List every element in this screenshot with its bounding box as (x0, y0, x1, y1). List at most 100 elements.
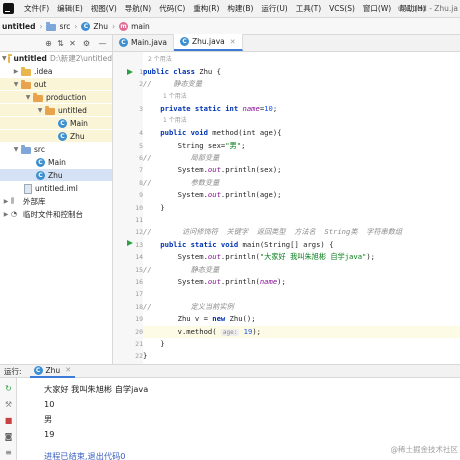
minimize-icon[interactable]: — (98, 39, 107, 48)
code-line-18: // 定义当前实例 (143, 301, 234, 313)
menu-navigate[interactable]: 导航(N) (121, 3, 155, 14)
code-text: ; (272, 103, 278, 113)
intellij-logo-icon[interactable] (3, 3, 14, 14)
chevron-right-icon[interactable]: ▶ (2, 211, 10, 218)
code-text: System. (143, 165, 208, 175)
field-name: out (207, 277, 221, 286)
breadcrumb-project[interactable]: untitled (2, 22, 35, 31)
menu-refactor[interactable]: 重构(R) (189, 3, 223, 14)
chevron-down-icon[interactable]: ▼ (12, 146, 20, 153)
code-text: String sex= (143, 140, 226, 150)
tree-item-zhu-class-out[interactable]: C Zhu (0, 130, 112, 143)
keyword: public class (143, 67, 195, 76)
menu-view[interactable]: 视图(V) (87, 3, 121, 14)
breadcrumb: untitled › src › C Zhu › m main (0, 18, 460, 35)
folder-icon (21, 144, 31, 154)
chevron-right-icon[interactable]: ▶ (2, 198, 10, 205)
close-icon[interactable]: ✕ (230, 38, 236, 46)
line-number: 6 (139, 154, 143, 162)
chevron-down-icon[interactable]: ▼ (24, 94, 32, 101)
tab-label: Zhu.java (192, 37, 225, 46)
field-name: out (207, 165, 221, 175)
chevron-right-icon[interactable]: ▶ (12, 68, 20, 75)
console-line: 19 (44, 429, 55, 439)
wrench-icon[interactable]: ⚒ (4, 400, 13, 409)
menu-bar: 文件(F) 编辑(E) 视图(V) 导航(N) 代码(C) 重构(R) 构建(B… (0, 0, 460, 18)
run-toolbar: ↻ ⚒ ■ ◙ ≡ (0, 378, 17, 460)
globe-icon[interactable]: ⊕ (44, 39, 53, 48)
code-line-20: v.method( age: 19); (143, 326, 261, 338)
chevron-down-icon[interactable]: ▼ (12, 81, 20, 88)
chevron-down-icon[interactable]: ▼ (36, 107, 44, 114)
line-number: 16 (135, 278, 143, 286)
console-output[interactable]: 大家好 我叫朱旭彬 自学java 10 男 19 进程已结束,退出代码0 @稀土… (17, 378, 460, 460)
tree-item-main-class[interactable]: C Main (0, 156, 112, 168)
class-icon: C (58, 118, 67, 128)
breadcrumb-src-label: src (59, 21, 71, 31)
code-line-15: // 静态变量 (143, 264, 219, 276)
breadcrumb-method[interactable]: m main (119, 21, 150, 31)
tab-main-java[interactable]: C Main.java (113, 34, 175, 51)
string-literal: "大家好 我叫朱旭彬 自学java" (259, 252, 367, 262)
code-text: Zhu(); (225, 314, 256, 324)
tree-item-root[interactable]: ▼ untitled D:\新建2\untitled (0, 52, 112, 64)
usage-hint[interactable]: 1 个用法 (163, 91, 187, 103)
tree-item-zhu-class[interactable]: C Zhu (0, 169, 112, 182)
expand-icon[interactable]: ✕ (68, 39, 77, 48)
gear-icon[interactable]: ⚙ (82, 39, 91, 48)
run-panel-label: 运行: (4, 366, 22, 376)
usage-hint[interactable]: 1 个用法 (163, 115, 187, 127)
run-tab-zhu[interactable]: C Zhu ✕ (29, 364, 76, 378)
menu-edit[interactable]: 编辑(E) (53, 3, 87, 14)
camera-icon[interactable]: ◙ (4, 432, 13, 441)
editor-gutter: 1 2 3 4 5 6 7 8 9 10 11 12 13 14 15 16 1… (113, 52, 143, 364)
menu-run[interactable]: 运行(U) (257, 3, 291, 14)
menu-vcs[interactable]: VCS(S) (325, 4, 359, 13)
close-icon[interactable]: ✕ (65, 366, 71, 374)
tab-zhu-java[interactable]: C Zhu.java ✕ (174, 34, 243, 51)
watermark: @稀土掘金技术社区 (390, 445, 459, 454)
tree-item-untitled-out[interactable]: ▼ untitled (0, 104, 112, 117)
project-toolbar: ⊕ ⇅ ✕ ⚙ — (0, 35, 113, 52)
code-editor[interactable]: 2 个用法 public class Zhu { // 静态变量 1 个用法 p… (143, 52, 460, 364)
line-number: 7 (139, 166, 143, 175)
run-panel-header: 运行: C Zhu ✕ (0, 364, 460, 378)
line-number: 15 (135, 265, 143, 274)
class-icon: C (81, 21, 91, 31)
breadcrumb-class[interactable]: C Zhu (81, 21, 108, 31)
rerun-icon[interactable]: ↻ (4, 384, 13, 393)
menu-tools[interactable]: 工具(T) (292, 3, 325, 14)
class-icon: C (58, 131, 67, 141)
code-text: .println(sex); (220, 165, 282, 175)
menu-code[interactable]: 代码(C) (155, 3, 189, 14)
breadcrumb-src[interactable]: src (46, 21, 71, 31)
tree-item-src[interactable]: ▼ src (0, 143, 112, 155)
menu-window[interactable]: 窗口(W) (359, 3, 395, 14)
usage-hint[interactable]: 2 个用法 (148, 54, 172, 66)
line-number: 10 (135, 203, 143, 212)
tree-item-out[interactable]: ▼ out (0, 78, 112, 91)
code-line-4: public void method(int age){ (143, 127, 281, 139)
collapse-all-icon[interactable]: ⇅ (56, 39, 65, 48)
more-icon[interactable]: ≡ (4, 448, 13, 457)
stop-icon[interactable]: ■ (4, 416, 13, 425)
chevron-down-icon[interactable]: ▼ (2, 55, 7, 62)
code-line-6: // 局部变量 (143, 152, 219, 164)
menu-file[interactable]: 文件(F) (20, 3, 53, 14)
chevron-right-icon: › (39, 21, 43, 31)
tree-item-scratches[interactable]: ▶ ◔ 临时文件和控制台 (0, 208, 112, 220)
tree-item-external-libraries[interactable]: ▶ ⫼ 外部库 (0, 195, 112, 207)
line-number: 22 (135, 352, 143, 361)
tree-item-idea[interactable]: ▶ .idea (0, 65, 112, 77)
chevron-right-icon: › (74, 21, 78, 31)
tree-item-production[interactable]: ▼ production (0, 91, 112, 104)
keyword: public void (143, 128, 213, 138)
code-text: .println( (220, 277, 260, 286)
tree-item-iml[interactable]: untitled.iml (0, 182, 112, 195)
menu-build[interactable]: 构建(B) (223, 3, 257, 14)
tree-item-main-class-out[interactable]: C Main (0, 117, 112, 130)
line-number: 17 (135, 290, 143, 299)
code-line-13: public static void main(String[] args) { (143, 239, 333, 251)
folder-icon (21, 66, 31, 76)
code-line-14: System.out.println("大家好 我叫朱旭彬 自学java"); (143, 251, 375, 263)
